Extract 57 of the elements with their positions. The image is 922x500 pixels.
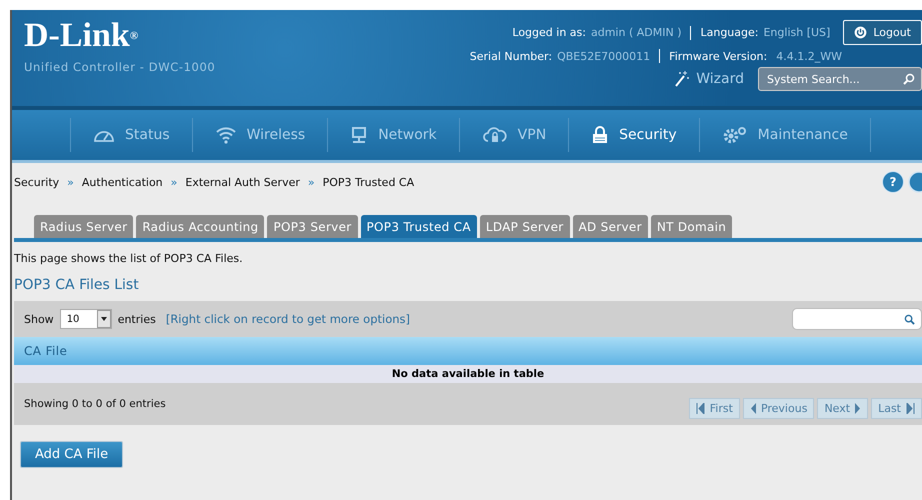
tab[interactable]: Radius Server (34, 215, 134, 238)
add-ca-file-button[interactable]: Add CA File (20, 441, 124, 468)
nav-item[interactable]: Wireless (192, 126, 328, 144)
language-value[interactable]: English [US] (763, 26, 830, 39)
nav-item[interactable]: Maintenance (700, 126, 870, 144)
right-click-hint: [Right click on record to get more options] (166, 312, 410, 326)
padlock-icon (591, 126, 610, 144)
serial-value: QBE52E7000011 (557, 50, 650, 62)
nav-item[interactable]: VPN (460, 126, 568, 144)
tab[interactable]: Radius Accounting (136, 215, 264, 238)
cloud-lock-icon (482, 126, 508, 144)
entries-select[interactable]: 10 (60, 309, 112, 329)
firmware-label: Firmware Version: (669, 50, 768, 62)
logout-button[interactable]: Logout (843, 20, 922, 45)
previous-icon (750, 402, 756, 414)
wizard-link[interactable]: Wizard (672, 70, 744, 88)
table-info: Showing 0 to 0 of 0 entries (24, 398, 166, 410)
breadcrumb-link[interactable]: External Auth Server (185, 176, 300, 188)
page-description: This page shows the list of POP3 CA Files. (14, 252, 244, 265)
breadcrumb-link[interactable]: POP3 Trusted CA (322, 176, 414, 188)
breadcrumb-link[interactable]: Authentication (82, 176, 163, 188)
tab[interactable]: NT Domain (650, 215, 732, 238)
system-search-field[interactable]: System Search... (758, 67, 922, 91)
gears-icon (722, 126, 748, 144)
nav-item[interactable]: Status (71, 127, 192, 143)
help-button[interactable]: ? (882, 171, 904, 193)
language-label: Language: (700, 26, 758, 39)
breadcrumb-link[interactable]: Security (14, 176, 60, 188)
empty-table-message: No data available in table (14, 365, 922, 383)
tab[interactable]: POP3 Trusted CA (360, 215, 477, 238)
show-label: Show (24, 312, 54, 326)
search-icon (904, 314, 915, 325)
breadcrumb-separator: » (170, 176, 178, 188)
logo: D-Link$^{®}$ (24, 18, 140, 54)
column-header[interactable]: CA File (24, 344, 68, 358)
search-icon (903, 73, 915, 85)
tab[interactable]: POP3 Server (267, 215, 358, 238)
serial-label: Serial Number: (470, 50, 552, 62)
nav-item[interactable]: Network (328, 126, 459, 144)
section-title: POP3 CA Files List (14, 277, 140, 293)
first-page-icon (696, 402, 705, 414)
table-search-field[interactable] (792, 308, 922, 330)
entries-label: entries (118, 312, 156, 326)
next-icon (855, 402, 862, 414)
monitor-icon (350, 126, 368, 144)
power-icon (854, 26, 868, 39)
firmware-value: 4.4.1.2_WW (776, 50, 842, 62)
last-page-icon (906, 402, 915, 414)
wifi-icon (214, 126, 237, 144)
product-subtitle: Unified Controller - DWC-1000 (24, 60, 216, 74)
logged-in-value: admin ( ADMIN ) (590, 26, 682, 39)
breadcrumb-separator: » (67, 176, 74, 188)
nav-item[interactable]: Security (569, 126, 699, 144)
breadcrumb-separator: » (308, 176, 315, 188)
logged-in-label: Logged in as: (512, 26, 586, 39)
tab[interactable]: LDAP Server (480, 215, 570, 238)
tab[interactable]: AD Server (572, 215, 648, 238)
